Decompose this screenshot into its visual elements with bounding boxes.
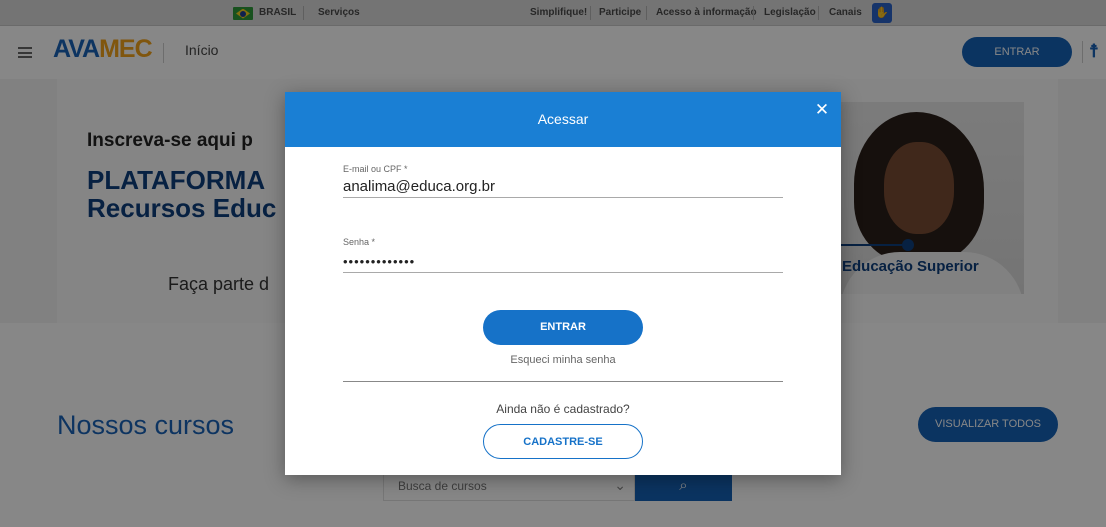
close-icon[interactable]: ✕ <box>809 97 835 123</box>
email-label: E-mail ou CPF * <box>343 164 408 174</box>
forgot-password-link[interactable]: Esqueci minha senha <box>285 354 841 366</box>
register-button[interactable]: CADASTRE-SE <box>483 424 643 459</box>
login-submit-button[interactable]: ENTRAR <box>483 310 643 345</box>
password-label: Senha * <box>343 237 376 247</box>
not-registered-text: Ainda não é cadastrado? <box>496 402 630 416</box>
modal-title: Acessar <box>537 111 589 127</box>
modal-header: Acessar <box>285 92 841 147</box>
password-field[interactable] <box>343 251 783 273</box>
email-field[interactable] <box>343 176 783 198</box>
modal-divider <box>343 381 783 382</box>
login-modal: Acessar ✕ E-mail ou CPF * Senha * ENTRAR… <box>285 92 841 475</box>
